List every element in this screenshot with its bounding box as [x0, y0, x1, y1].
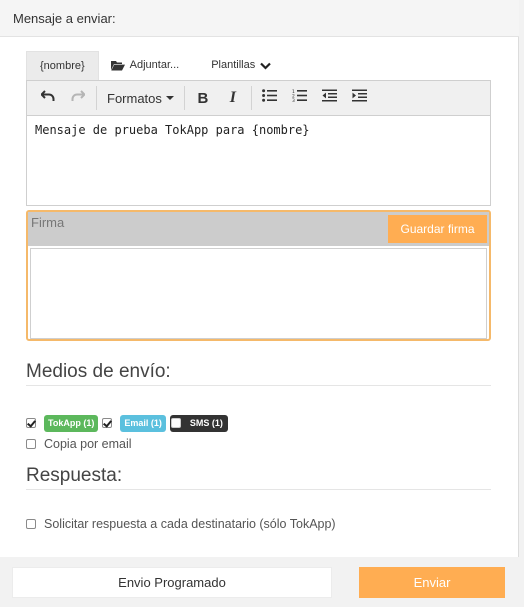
sms-option: SMS (1): [169, 414, 228, 432]
signature-label: Firma: [31, 215, 65, 230]
bullet-list-icon: [262, 89, 278, 107]
formats-dropdown[interactable]: Formatos: [100, 85, 181, 111]
formats-label: Formatos: [107, 90, 162, 106]
tab-plantillas[interactable]: Plantillas: [191, 51, 283, 80]
sms-badge: SMS (1): [189, 414, 223, 432]
medios-title: Medios de envío:: [26, 361, 171, 382]
save-signature-button[interactable]: Guardar firma: [388, 215, 487, 243]
email-checkbox[interactable]: [102, 418, 113, 428]
chevron-down-icon: [260, 62, 272, 70]
editor-tabs: {nombre} Adjuntar... Plantillas: [26, 51, 283, 80]
tokapp-checkbox[interactable]: [26, 418, 36, 428]
signature-box: Firma Guardar firma: [26, 210, 491, 341]
panel-title: Mensaje a enviar:: [13, 11, 116, 26]
message-text: Mensaje de prueba TokApp para {nombre}: [35, 123, 310, 137]
undo-button[interactable]: [33, 85, 63, 111]
message-content[interactable]: Mensaje de prueba TokApp para {nombre}: [27, 116, 490, 144]
undo-icon: [40, 89, 55, 107]
italic-button[interactable]: I: [218, 85, 248, 111]
redo-icon: [71, 89, 86, 107]
outdent-button[interactable]: [315, 85, 345, 111]
message-editor: Formatos B I 123 Mensaje de prueba TokAp…: [26, 80, 491, 206]
toolbar-divider: [96, 86, 97, 110]
bullet-list-button[interactable]: [255, 85, 285, 111]
toolbar-divider: [183, 86, 185, 110]
tokapp-badge: TokApp (1): [44, 414, 99, 432]
svg-text:3: 3: [292, 98, 295, 102]
copy-email-label: Copia por email: [44, 437, 132, 451]
panel-header: Mensaje a enviar:: [0, 0, 519, 37]
medios-options: TokApp (1) Email (1) SMS (1): [26, 414, 228, 432]
tab-adjuntar-label: Adjuntar...: [129, 59, 180, 71]
signature-input[interactable]: [30, 248, 487, 339]
editor-toolbar: Formatos B I 123: [27, 81, 490, 116]
numbered-list-icon: 123: [292, 89, 308, 107]
scheduled-send-button[interactable]: Envio Programado: [12, 567, 332, 598]
request-reply-label: Solicitar respuesta a cada destinatario …: [44, 517, 336, 531]
respuesta-title: Respuesta:: [26, 465, 123, 486]
caret-down-icon: [165, 96, 174, 100]
sms-checkbox[interactable]: [170, 418, 181, 428]
bold-icon: B: [197, 89, 209, 107]
tab-nombre[interactable]: {nombre}: [26, 51, 99, 80]
folder-open-icon: [110, 60, 125, 71]
numbered-list-button[interactable]: 123: [285, 85, 315, 111]
toolbar-divider: [250, 86, 252, 110]
request-reply-checkbox[interactable]: [26, 519, 36, 529]
section-divider: [26, 385, 491, 386]
bold-button[interactable]: B: [188, 85, 218, 111]
request-reply-option: Solicitar respuesta a cada destinatario …: [26, 517, 336, 531]
redo-button[interactable]: [63, 85, 93, 111]
section-divider: [26, 489, 491, 490]
tab-plantillas-label: Plantillas: [211, 59, 256, 71]
outdent-icon: [322, 89, 338, 107]
email-badge: Email (1): [120, 414, 166, 432]
copy-email-checkbox[interactable]: [26, 439, 36, 449]
message-panel: Mensaje a enviar: {nombre} Adjuntar... P…: [0, 0, 519, 607]
italic-icon: I: [229, 89, 237, 106]
indent-icon: [352, 89, 368, 107]
signature-header: Firma Guardar firma: [28, 212, 489, 246]
tab-adjuntar[interactable]: Adjuntar...: [99, 51, 192, 80]
copy-email-option: Copia por email: [26, 437, 132, 451]
send-button[interactable]: Enviar: [359, 567, 505, 598]
tab-nombre-label: {nombre}: [40, 59, 85, 72]
indent-button[interactable]: [345, 85, 375, 111]
